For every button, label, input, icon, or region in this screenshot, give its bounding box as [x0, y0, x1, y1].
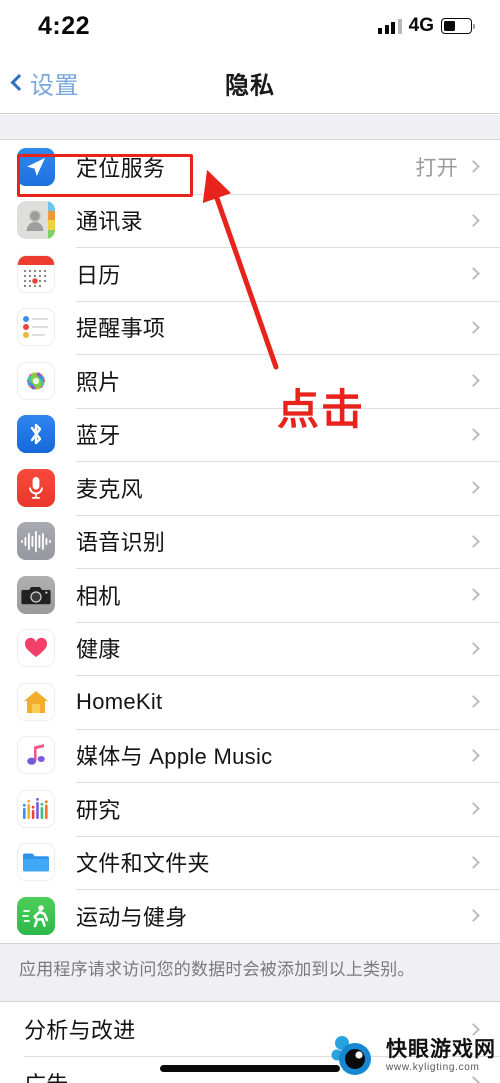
section-spacer [0, 115, 500, 139]
chevron-right-icon [467, 534, 480, 548]
status-time: 4:22 [38, 11, 91, 40]
bluetooth-icon [17, 415, 55, 454]
chevron-right-icon [467, 374, 480, 388]
health-icon [17, 629, 55, 668]
location-services-icon [17, 147, 55, 186]
list-item[interactable]: 照片 [0, 354, 500, 408]
list-item-label: 运动与健身 [76, 904, 188, 930]
list-item[interactable]: 运动与健身 [0, 889, 500, 943]
privacy-category-list: 定位服务 打开通讯录日历提醒事项照片蓝牙麦克风语音识别相机健康 HomeKit 媒体与… [0, 139, 500, 944]
chevron-right-icon [467, 909, 480, 923]
list-item-label: 健康 [76, 637, 121, 663]
photos-icon [17, 361, 55, 400]
list-item[interactable]: HomeKit [0, 675, 500, 729]
list-item-label: 提醒事项 [76, 316, 166, 342]
list-item-label: 通讯录 [76, 209, 143, 235]
microphone-icon [17, 468, 55, 507]
list-item[interactable]: 麦克风 [0, 461, 500, 515]
chevron-right-icon [467, 802, 480, 816]
chevron-right-icon [467, 160, 480, 174]
status-bar: 4:22 4G [0, 0, 500, 52]
list-item-label: 照片 [76, 369, 121, 395]
list-item-label: 日历 [76, 262, 121, 288]
list-item-label: 分析与改进 [24, 1018, 136, 1044]
network-type-label: 4G [408, 15, 434, 36]
calendar-icon [17, 254, 55, 293]
homekit-icon [17, 682, 55, 721]
list-item[interactable]: 日历 [0, 247, 500, 301]
list-item-value: 打开 [415, 156, 458, 180]
list-item[interactable]: 文件和文件夹 [0, 835, 500, 889]
contacts-icon [17, 201, 55, 240]
phone-screen: 4:22 4G 设置 隐私 定位服务 打开通讯录日历提醒事项照片蓝牙麦克风语音识别… [0, 0, 500, 1083]
chevron-right-icon [467, 1022, 480, 1036]
music-icon [17, 736, 55, 775]
chevron-right-icon [467, 588, 480, 602]
signal-bars-icon [378, 18, 402, 34]
list-item-label: 相机 [76, 583, 121, 609]
fitness-icon [17, 896, 55, 935]
list-item[interactable]: 分析与改进 [0, 1002, 500, 1056]
chevron-right-icon [467, 481, 480, 495]
chevron-right-icon [467, 748, 480, 762]
chevron-right-icon [467, 695, 480, 709]
list-footer-note: 应用程序请求访问您的数据时会被添加到以上类别。 [0, 943, 500, 1002]
chevron-right-icon [467, 641, 480, 655]
list-item-label: 媒体与 Apple Music [76, 744, 273, 770]
home-indicator[interactable] [160, 1065, 340, 1072]
list-item[interactable]: 研究 [0, 782, 500, 836]
chevron-right-icon [467, 267, 480, 281]
list-item[interactable]: 健康 [0, 621, 500, 675]
list-item-label: 文件和文件夹 [76, 851, 210, 877]
list-item-label: 定位服务 [76, 155, 166, 181]
list-item-label: 麦克风 [76, 476, 143, 502]
status-indicators: 4G [378, 15, 476, 37]
navigation-bar: 设置 隐私 [0, 52, 500, 114]
list-item[interactable]: 提醒事项 [0, 300, 500, 354]
list-item[interactable]: 相机 [0, 568, 500, 622]
chevron-right-icon [467, 1076, 480, 1083]
page-title: 隐私 [225, 72, 275, 99]
list-item[interactable]: 通讯录 [0, 193, 500, 247]
settings-scroll-view[interactable]: 定位服务 打开通讯录日历提醒事项照片蓝牙麦克风语音识别相机健康 HomeKit 媒体与… [0, 115, 500, 1083]
list-item-label: 蓝牙 [76, 423, 121, 449]
list-item[interactable]: 媒体与 Apple Music [0, 728, 500, 782]
list-item[interactable]: 语音识别 [0, 514, 500, 568]
chevron-right-icon [467, 320, 480, 334]
list-item[interactable]: 蓝牙 [0, 407, 500, 461]
camera-icon [17, 575, 55, 614]
reminders-icon [17, 308, 55, 347]
list-item-label: 语音识别 [76, 530, 166, 556]
list-item-label: HomeKit [76, 688, 163, 714]
battery-icon [441, 18, 476, 34]
files-icon [17, 843, 55, 882]
chevron-right-icon [467, 427, 480, 441]
list-item-label: 研究 [76, 797, 121, 823]
chevron-right-icon [467, 855, 480, 869]
chevron-right-icon [467, 213, 480, 227]
list-item[interactable]: 定位服务 打开 [0, 140, 500, 194]
research-icon [17, 789, 55, 828]
speech-recognition-icon [17, 522, 55, 561]
